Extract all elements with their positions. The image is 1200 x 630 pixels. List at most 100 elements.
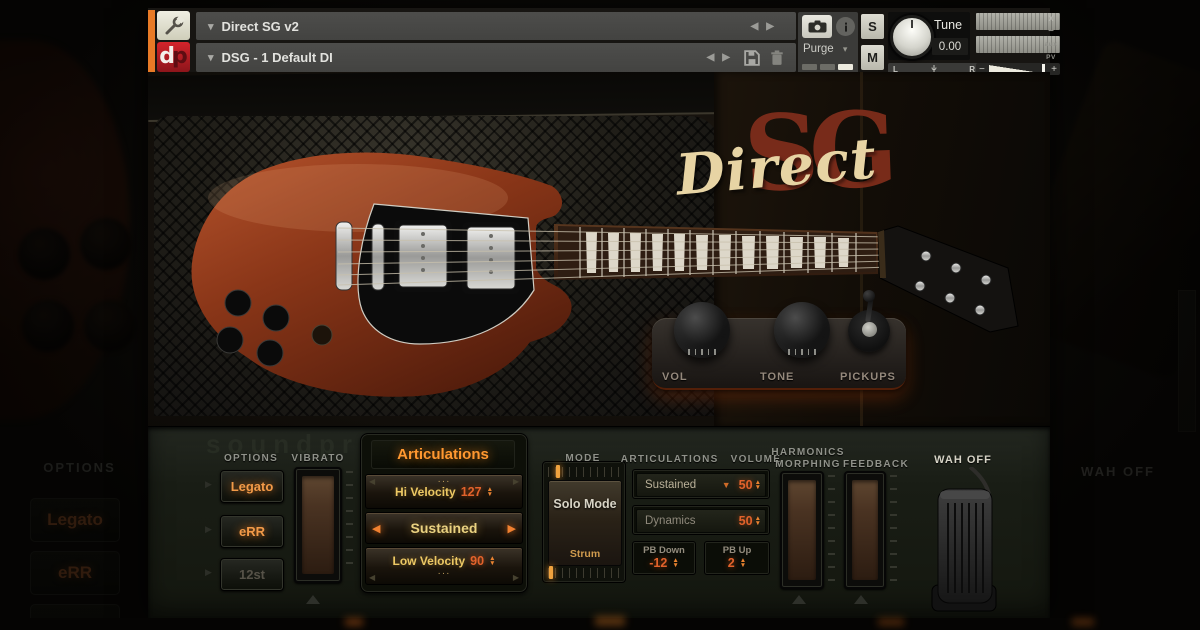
vol-label: VOL bbox=[662, 371, 688, 383]
wrench-icon bbox=[163, 15, 185, 37]
multi-nav-arrows[interactable]: ◀▶ bbox=[751, 21, 782, 32]
next-row-left-icon[interactable]: ◀ bbox=[369, 573, 375, 582]
articulation-current-row[interactable]: ◀ ▶ Sustained bbox=[365, 512, 523, 544]
prev-icon[interactable]: ◀ bbox=[751, 21, 767, 32]
prev-articulation-name: Hi Velocity bbox=[395, 485, 456, 499]
artic-volume-row-dynamics[interactable]: Dynamics 50 ▲▼ bbox=[632, 505, 770, 535]
articulation-next-row[interactable]: ◀ ▶ Low Velocity 90 ▲▼ ··· bbox=[365, 547, 523, 585]
vol-knob[interactable] bbox=[674, 302, 730, 358]
row-value[interactable]: 50 bbox=[739, 478, 753, 492]
pb-up-value[interactable]: 2 bbox=[728, 556, 735, 570]
harmonics-morphing-slider[interactable] bbox=[780, 471, 824, 589]
mode-top-marker[interactable] bbox=[556, 465, 560, 478]
memory-led bbox=[802, 64, 817, 70]
background-glow bbox=[595, 616, 625, 626]
stepper-icon[interactable]: ▲▼ bbox=[755, 516, 761, 527]
instrument-title: DSG - 1 Default DI bbox=[222, 50, 333, 65]
mode-display[interactable]: Solo Mode Strum bbox=[548, 480, 622, 566]
mode-box: Solo Mode Strum bbox=[542, 461, 626, 583]
guitar-controls-strip: VOL TONE PICKUPS bbox=[652, 318, 906, 390]
current-articulation-name: Sustained bbox=[366, 513, 522, 543]
stepper-icon[interactable]: ▲▼ bbox=[489, 556, 495, 567]
tone-knob[interactable] bbox=[774, 302, 830, 358]
chevron-down-icon[interactable]: ▾ bbox=[843, 44, 848, 54]
mode-top-ticks[interactable] bbox=[548, 467, 620, 477]
next-icon[interactable]: ▶ bbox=[766, 21, 782, 32]
save-icon[interactable] bbox=[744, 50, 760, 66]
purge-dropdown[interactable]: Purge ▾ bbox=[803, 43, 847, 55]
sg-guitar-image bbox=[178, 128, 1050, 418]
trash-icon[interactable] bbox=[770, 50, 784, 66]
legato-button[interactable]: Legato bbox=[220, 470, 284, 503]
options-label: OPTIONS bbox=[218, 453, 284, 464]
multi-header-row[interactable]: ▾ Direct SG v2 ◀▶ bbox=[196, 12, 796, 40]
artic-volume-label: ARTICULATIONS VOLUME bbox=[628, 454, 774, 465]
wrench-tools-button[interactable] bbox=[157, 11, 190, 40]
next-articulation-value[interactable]: 90 bbox=[470, 554, 484, 568]
articulation-prev-arrow-icon[interactable]: ◀ bbox=[372, 513, 380, 543]
next-articulation-name: Low Velocity bbox=[392, 554, 465, 568]
background-glow bbox=[878, 618, 904, 626]
vibrato-slider[interactable] bbox=[294, 467, 342, 583]
chevron-down-icon[interactable]: ▾ bbox=[208, 51, 214, 64]
pv-button[interactable]: PV bbox=[1042, 51, 1060, 64]
strum-label: Strum bbox=[549, 548, 621, 560]
pb-down-box[interactable]: PB Down -12 ▲▼ bbox=[632, 541, 696, 575]
next-icon[interactable]: ▶ bbox=[722, 52, 738, 63]
amp-top-edge bbox=[148, 72, 728, 122]
stepper-icon[interactable]: ▲▼ bbox=[755, 480, 761, 491]
vibrato-ticks bbox=[346, 471, 353, 575]
wah-pedal[interactable] bbox=[918, 467, 1008, 617]
dropdown-icon[interactable]: ▼ bbox=[722, 480, 731, 490]
feedback-slider[interactable] bbox=[844, 471, 886, 589]
row-name: Sustained bbox=[637, 479, 696, 491]
prev-articulation-value[interactable]: 127 bbox=[461, 485, 482, 499]
prev-row-left-icon[interactable]: ◀ bbox=[369, 477, 375, 486]
harmonics-expand-arrow[interactable] bbox=[792, 595, 806, 604]
dots-icon: ··· bbox=[366, 478, 522, 485]
chevron-down-icon[interactable]: ▾ bbox=[208, 20, 214, 33]
tune-value[interactable]: 0.00 bbox=[932, 38, 968, 55]
snapshot-camera-button[interactable] bbox=[802, 15, 832, 38]
next-row-right-icon[interactable]: ▶ bbox=[513, 573, 519, 582]
artic-volume-row-sustained[interactable]: Sustained ▼ 50 ▲▼ bbox=[632, 469, 770, 499]
prev-icon[interactable]: ◀ bbox=[707, 52, 723, 63]
instrument-nav-arrows[interactable]: ◀▶ bbox=[707, 52, 738, 63]
stepper-icon[interactable]: ▲▼ bbox=[740, 558, 746, 569]
feedback-ticks bbox=[890, 475, 897, 581]
instrument-header-row[interactable]: ▾ DSG - 1 Default DI ◀▶ bbox=[196, 43, 796, 72]
solo-button[interactable]: S bbox=[861, 14, 884, 39]
err-button[interactable]: eRR bbox=[220, 515, 284, 548]
12st-button[interactable]: 12st bbox=[220, 558, 284, 591]
stepper-icon[interactable]: ▲▼ bbox=[487, 487, 493, 498]
control-panel: soundprops OPTIONS ▶ ▶ ▶ Legato eRR 12st… bbox=[148, 426, 1050, 619]
vibrato-expand-arrow[interactable] bbox=[306, 595, 320, 604]
pickups-label: PICKUPS bbox=[840, 371, 896, 383]
harmonics-slider-fill bbox=[788, 480, 816, 580]
pickups-toggle[interactable] bbox=[848, 310, 890, 352]
mode-bottom-ticks[interactable] bbox=[548, 568, 620, 578]
articulations-block: Articulations ◀ ▶ ··· Hi Velocity 127 ▲▼… bbox=[360, 433, 528, 593]
tune-block: Tune 0.00 bbox=[888, 12, 970, 60]
stepper-icon[interactable]: ▲▼ bbox=[672, 558, 678, 569]
background-glow bbox=[1072, 618, 1094, 626]
pb-down-value[interactable]: -12 bbox=[649, 556, 667, 570]
purge-label: Purge bbox=[803, 43, 834, 55]
aux-button[interactable]: aux bbox=[1042, 38, 1060, 51]
articulation-next-arrow-icon[interactable]: ▶ bbox=[508, 513, 516, 543]
harmonics-ticks bbox=[828, 475, 835, 581]
mute-button[interactable]: M bbox=[861, 45, 884, 70]
info-button[interactable] bbox=[836, 17, 855, 36]
feedback-expand-arrow[interactable] bbox=[854, 595, 868, 604]
pb-up-box[interactable]: PB Up 2 ▲▼ bbox=[704, 541, 770, 575]
dots-icon: ··· bbox=[366, 570, 522, 577]
close-button[interactable]: x bbox=[1042, 12, 1060, 25]
mode-bottom-marker[interactable] bbox=[549, 566, 553, 579]
minimize-button[interactable]: − bbox=[1042, 25, 1060, 38]
dp-logo-p: p bbox=[172, 46, 188, 68]
row-value[interactable]: 50 bbox=[739, 514, 753, 528]
prev-row-right-icon[interactable]: ▶ bbox=[513, 477, 519, 486]
tune-knob[interactable] bbox=[890, 15, 934, 59]
articulation-prev-row[interactable]: ◀ ▶ ··· Hi Velocity 127 ▲▼ bbox=[365, 474, 523, 509]
memory-led bbox=[820, 64, 835, 70]
